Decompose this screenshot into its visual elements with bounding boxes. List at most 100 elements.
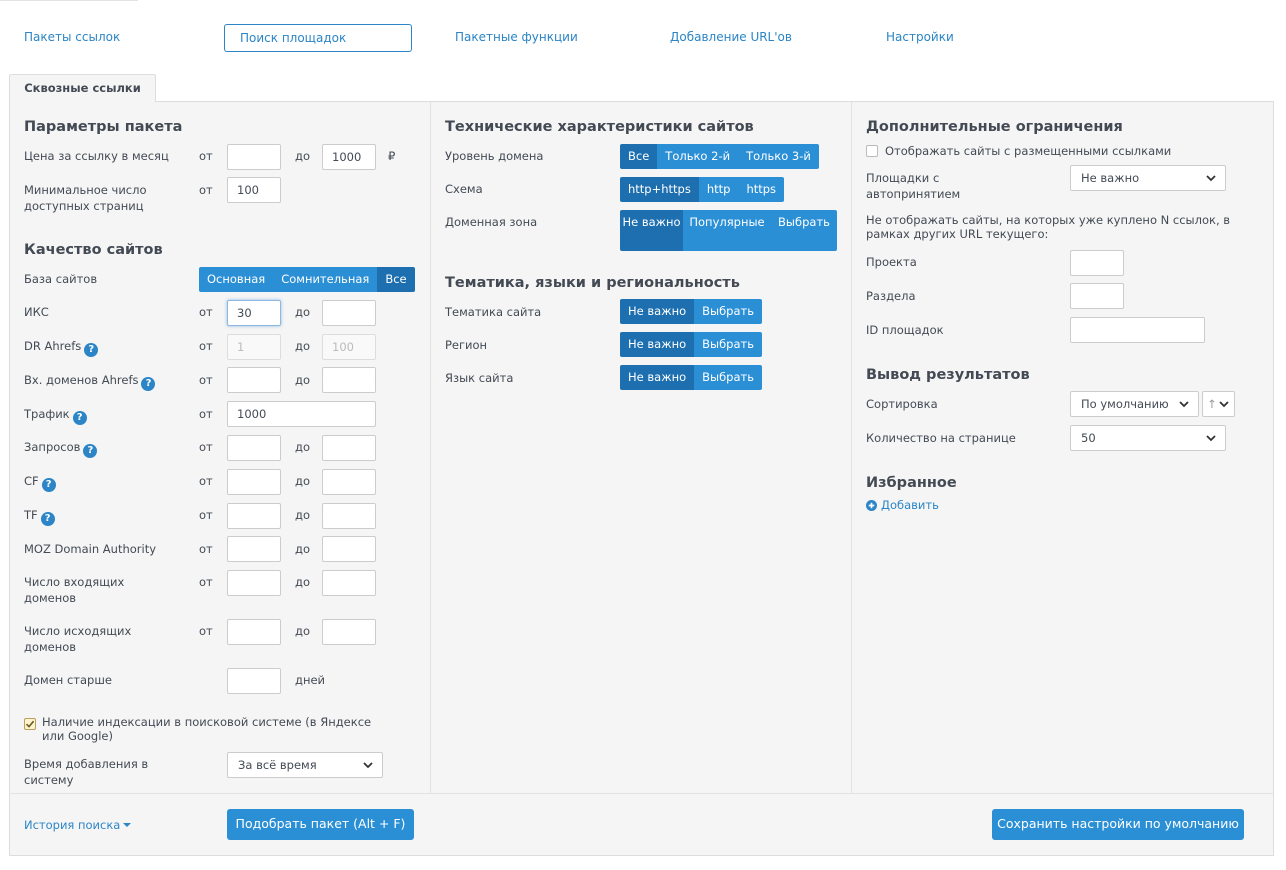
- nav-search-tab[interactable]: Поиск площадок: [224, 24, 412, 52]
- nav-packages-link[interactable]: Пакеты ссылок: [24, 29, 120, 45]
- level-button-group: Все Только 2-й Только 3-й: [620, 144, 819, 169]
- help-icon[interactable]: ?: [141, 377, 156, 391]
- auto-accept-select[interactable]: Не важно: [1070, 165, 1226, 191]
- to-label: до: [295, 373, 310, 387]
- tf-to-input[interactable]: [322, 503, 376, 529]
- column-divider: [851, 102, 852, 793]
- out-domains-from-input[interactable]: [227, 619, 281, 645]
- ref-from-input[interactable]: [227, 367, 281, 393]
- lang-option-choose[interactable]: Выбрать: [694, 365, 763, 390]
- limit-note: Не отображать сайты, на которых уже купл…: [866, 213, 1231, 241]
- added-select-value: За всё время: [238, 758, 317, 772]
- favorites-add-link[interactable]: Добавить: [866, 498, 939, 512]
- from-label: от: [199, 508, 213, 522]
- help-icon[interactable]: ?: [83, 444, 98, 458]
- auto-accept-value: Не важно: [1081, 171, 1140, 185]
- min-pages-input[interactable]: 100: [227, 177, 281, 203]
- tf-label: TF?: [24, 507, 55, 526]
- added-select[interactable]: За всё время: [227, 752, 383, 778]
- topic-label: Тематика сайта: [445, 305, 542, 319]
- per-page-label: Количество на странице: [866, 431, 1016, 445]
- zone-option-any[interactable]: Не важно: [620, 210, 683, 251]
- help-icon[interactable]: ?: [84, 343, 99, 357]
- zone-option-popular[interactable]: Популярные: [683, 210, 771, 251]
- queries-to-input[interactable]: [322, 435, 376, 461]
- traffic-from-input[interactable]: 1000: [227, 401, 376, 427]
- level-option-all[interactable]: Все: [620, 144, 658, 169]
- tf-label-text: TF: [24, 508, 38, 522]
- tf-from-input[interactable]: [227, 503, 281, 529]
- nav-settings-link[interactable]: Настройки: [886, 29, 954, 45]
- show-placed-checkbox[interactable]: [866, 145, 878, 157]
- scheme-option-https[interactable]: https: [738, 177, 785, 202]
- base-option-main[interactable]: Основная: [199, 267, 274, 292]
- level-option-3rd[interactable]: Только 3-й: [738, 144, 819, 169]
- region-option-choose[interactable]: Выбрать: [694, 332, 763, 357]
- sort-select-value: По умолчанию: [1081, 397, 1169, 411]
- queries-label-text: Запросов: [24, 440, 81, 454]
- moz-from-input[interactable]: [227, 536, 281, 562]
- history-dropdown[interactable]: История поиска: [24, 818, 132, 832]
- cf-label: CF?: [24, 473, 56, 492]
- in-domains-to-input[interactable]: [322, 570, 376, 596]
- lang-option-any[interactable]: Не важно: [620, 365, 695, 390]
- to-label: до: [295, 149, 310, 163]
- scheme-option-http[interactable]: http: [698, 177, 739, 202]
- save-defaults-button[interactable]: Сохранить настройки по умолчанию: [992, 809, 1244, 840]
- help-icon[interactable]: ?: [40, 512, 55, 526]
- price-from-input[interactable]: [227, 144, 281, 170]
- queries-from-input[interactable]: [227, 435, 281, 461]
- base-option-doubtful[interactable]: Сомнительная: [273, 267, 378, 292]
- help-icon[interactable]: ?: [72, 411, 87, 425]
- chevron-down-icon: [1179, 401, 1189, 408]
- project-input[interactable]: [1070, 250, 1124, 276]
- section-input[interactable]: [1070, 283, 1124, 309]
- nav-add-url-link[interactable]: Добавление URL'ов: [670, 29, 792, 45]
- moz-to-input[interactable]: [322, 536, 376, 562]
- to-label: до: [295, 624, 310, 638]
- history-label: История поиска: [24, 818, 121, 832]
- ref-to-input[interactable]: [322, 367, 376, 393]
- cf-from-input[interactable]: [227, 469, 281, 495]
- per-page-value: 50: [1081, 431, 1096, 445]
- region-option-any[interactable]: Не важно: [620, 332, 695, 357]
- sort-select[interactable]: По умолчанию: [1070, 391, 1199, 417]
- cf-to-input[interactable]: [322, 469, 376, 495]
- to-label: до: [295, 305, 310, 319]
- help-icon[interactable]: ?: [41, 478, 56, 492]
- to-label: до: [295, 508, 310, 522]
- base-button-group: Основная Сомнительная Все: [199, 267, 415, 292]
- dr-label-text: DR Ahrefs: [24, 339, 82, 353]
- per-page-select[interactable]: 50: [1070, 425, 1226, 451]
- level-label: Уровень домена: [445, 149, 544, 163]
- days-label: дней: [295, 673, 326, 687]
- level-option-2nd[interactable]: Только 2-й: [657, 144, 739, 169]
- region-label: Регион: [445, 338, 488, 352]
- topic-button-group: Не важно Выбрать: [620, 299, 763, 324]
- iks-from-input[interactable]: 30: [227, 300, 281, 326]
- sort-direction-select[interactable]: ↑: [1202, 391, 1235, 417]
- in-domains-label: Число входящих доменов: [24, 575, 125, 605]
- out-domains-to-input[interactable]: [322, 619, 376, 645]
- iks-to-input[interactable]: [322, 300, 376, 326]
- nav-batch-link[interactable]: Пакетные функции: [455, 29, 578, 45]
- tab-through-links[interactable]: Сквозные ссылки: [9, 74, 156, 102]
- find-package-button[interactable]: Подобрать пакет (Alt + F): [227, 809, 414, 840]
- zone-option-choose[interactable]: Выбрать: [771, 210, 837, 251]
- price-to-input[interactable]: 1000: [322, 144, 376, 170]
- queries-label: Запросов?: [24, 439, 98, 458]
- dr-from-input[interactable]: 1: [227, 334, 281, 360]
- dr-to-input[interactable]: 100: [322, 334, 376, 360]
- from-label: от: [199, 183, 213, 197]
- output-title: Вывод результатов: [866, 367, 1030, 383]
- from-label: от: [199, 474, 213, 488]
- scheme-option-both[interactable]: http+https: [620, 177, 699, 202]
- topic-option-any[interactable]: Не важно: [620, 299, 695, 324]
- auto-accept-label: Площадки с автопринятием: [866, 171, 961, 201]
- topic-option-choose[interactable]: Выбрать: [694, 299, 763, 324]
- index-checkbox[interactable]: [24, 718, 36, 730]
- domain-age-input[interactable]: [227, 668, 281, 694]
- base-option-all[interactable]: Все: [377, 267, 415, 292]
- in-domains-from-input[interactable]: [227, 570, 281, 596]
- ids-input[interactable]: [1070, 317, 1205, 343]
